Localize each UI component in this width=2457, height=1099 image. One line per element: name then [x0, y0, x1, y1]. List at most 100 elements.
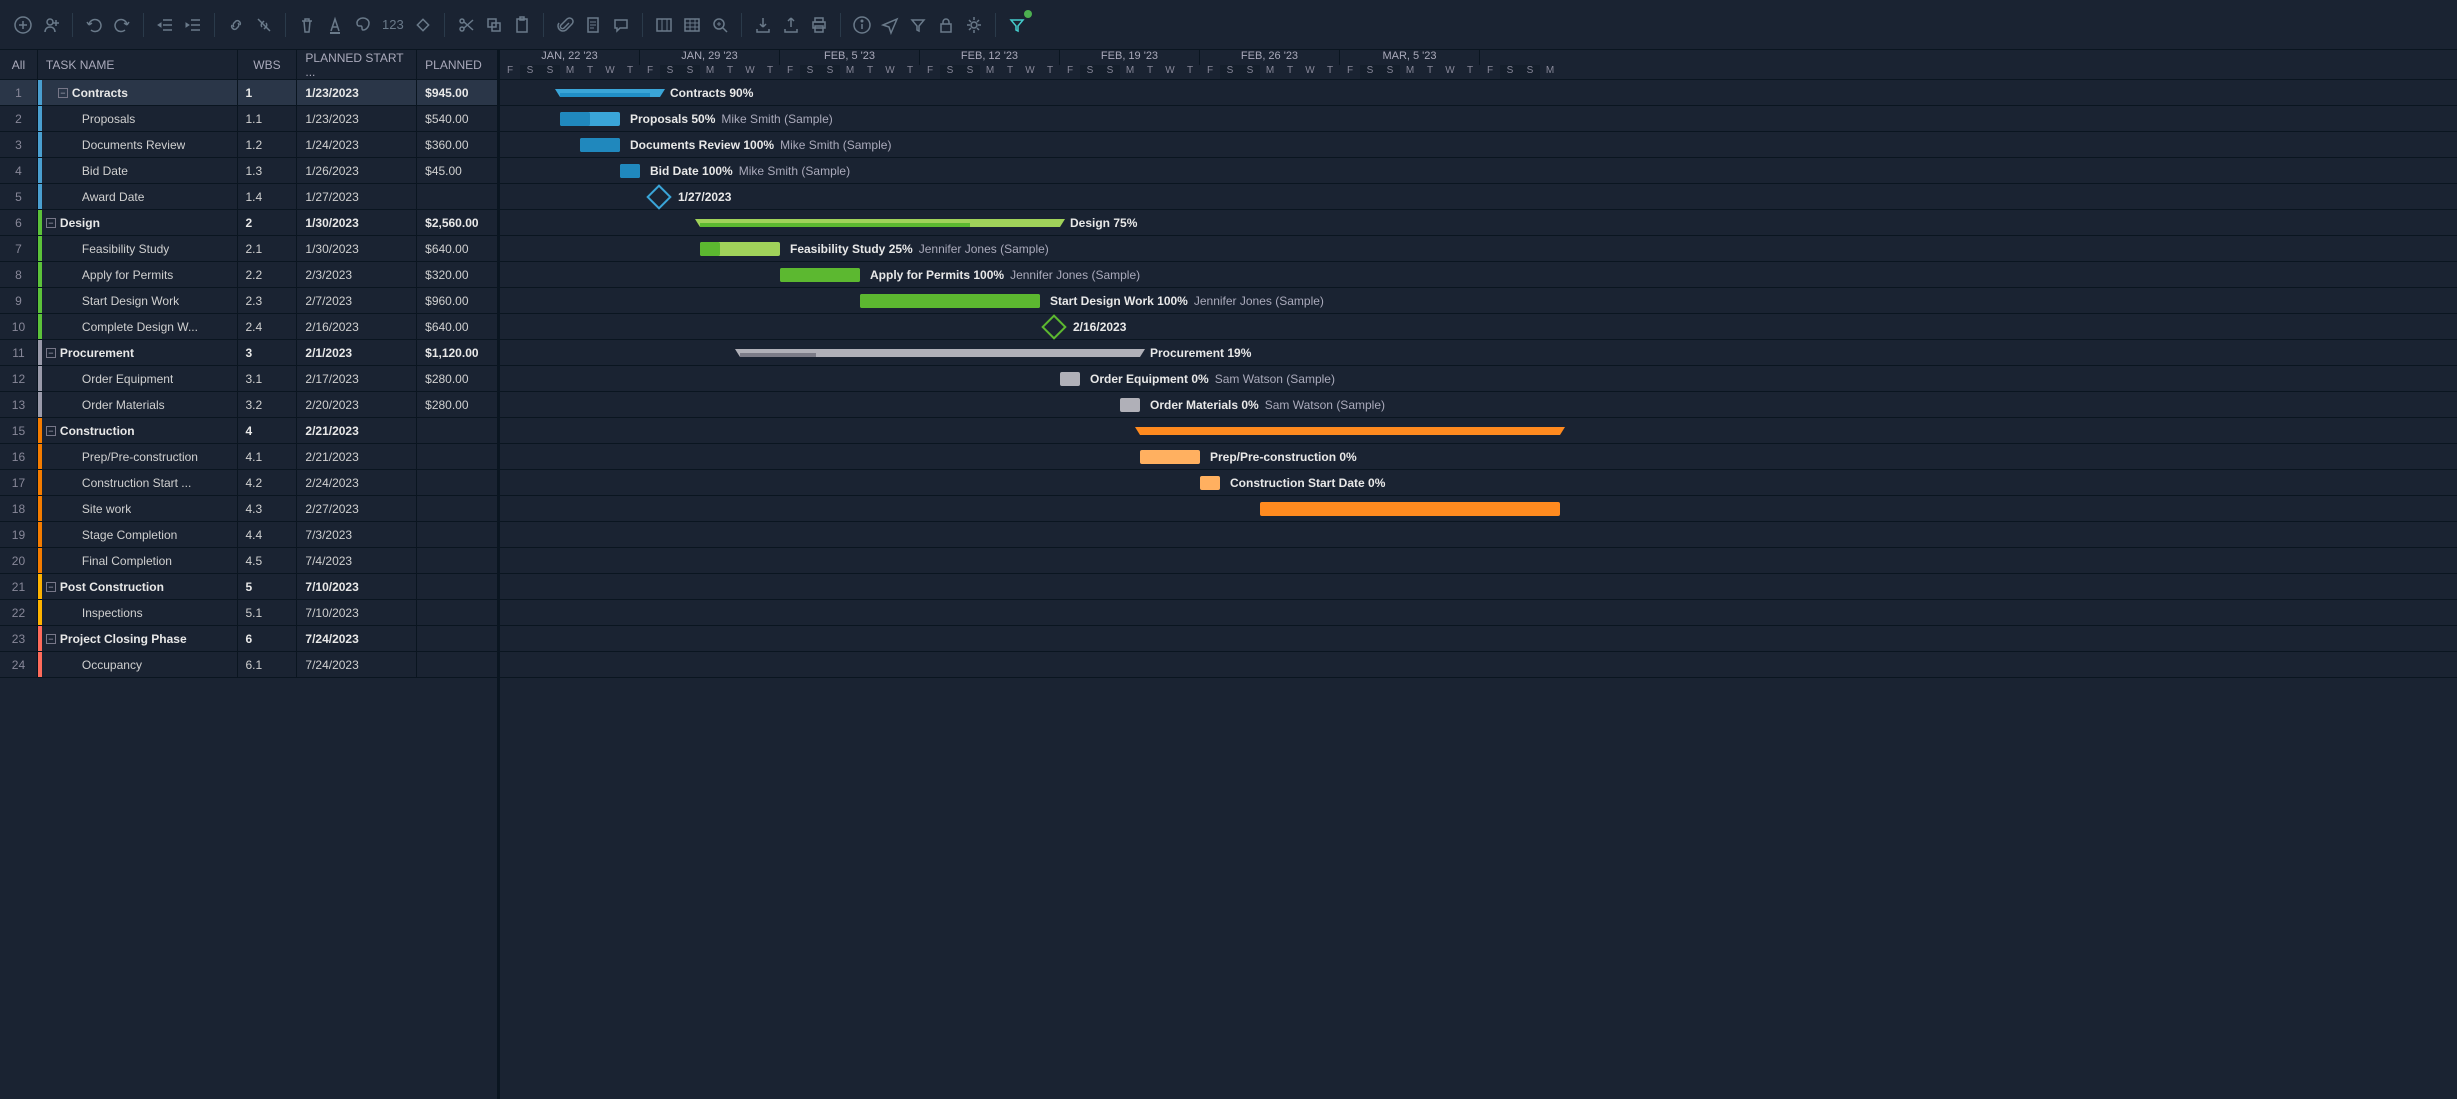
paste-icon[interactable]	[509, 12, 535, 38]
paint-icon[interactable]	[350, 12, 376, 38]
add-user-icon[interactable]	[38, 12, 64, 38]
wbs-cell[interactable]: 3.1	[238, 366, 298, 391]
table-row[interactable]: 19Stage Completion4.47/3/2023	[0, 522, 497, 548]
cost-cell[interactable]: $320.00	[417, 262, 497, 287]
cost-cell[interactable]	[417, 444, 497, 469]
cost-cell[interactable]	[417, 548, 497, 573]
task-name-cell[interactable]: Final Completion	[38, 548, 238, 573]
milestone-diamond-icon[interactable]	[1041, 314, 1066, 339]
wbs-cell[interactable]: 2	[238, 210, 298, 235]
cost-cell[interactable]	[417, 496, 497, 521]
collapse-icon[interactable]: −	[46, 582, 56, 592]
zoom-icon[interactable]	[707, 12, 733, 38]
task-name-cell[interactable]: −Procurement	[38, 340, 238, 365]
collapse-icon[interactable]: −	[46, 426, 56, 436]
notes-icon[interactable]	[580, 12, 606, 38]
table-row[interactable]: 24Occupancy6.17/24/2023	[0, 652, 497, 678]
gantt-chart[interactable]: JAN, 22 '23JAN, 29 '23FEB, 5 '23FEB, 12 …	[500, 50, 2457, 1099]
start-cell[interactable]: 1/30/2023	[297, 210, 417, 235]
milestone-icon[interactable]	[410, 12, 436, 38]
table-row[interactable]: 10Complete Design W...2.42/16/2023$640.0…	[0, 314, 497, 340]
cost-cell[interactable]: $640.00	[417, 236, 497, 261]
cost-cell[interactable]: $640.00	[417, 314, 497, 339]
task-name-cell[interactable]: Inspections	[38, 600, 238, 625]
cost-cell[interactable]: $280.00	[417, 392, 497, 417]
task-name-cell[interactable]: Start Design Work	[38, 288, 238, 313]
start-cell[interactable]: 7/10/2023	[297, 600, 417, 625]
text-style-icon[interactable]	[322, 12, 348, 38]
table-row[interactable]: 6−Design21/30/2023$2,560.00	[0, 210, 497, 236]
start-cell[interactable]: 2/20/2023	[297, 392, 417, 417]
gantt-bar[interactable]: Proposals 50%Mike Smith (Sample)	[560, 106, 833, 131]
wbs-cell[interactable]: 4.1	[238, 444, 298, 469]
wbs-cell[interactable]: 2.3	[238, 288, 298, 313]
start-cell[interactable]: 2/21/2023	[297, 418, 417, 443]
wbs-cell[interactable]: 4	[238, 418, 298, 443]
import-icon[interactable]	[750, 12, 776, 38]
gantt-bar[interactable]: 1/27/2023	[650, 184, 731, 209]
gantt-bar[interactable]: Order Equipment 0%Sam Watson (Sample)	[1060, 366, 1335, 391]
gantt-bar[interactable]: Apply for Permits 100%Jennifer Jones (Sa…	[780, 262, 1140, 287]
gantt-bar[interactable]: Procurement 19%	[740, 340, 1251, 365]
col-taskname[interactable]: TASK NAME	[38, 50, 238, 79]
task-name-cell[interactable]: −Contracts	[38, 80, 238, 105]
gantt-bar[interactable]: Construction Start Date 0%	[1200, 470, 1385, 495]
start-cell[interactable]: 7/24/2023	[297, 626, 417, 651]
wbs-cell[interactable]: 1.2	[238, 132, 298, 157]
start-cell[interactable]: 1/27/2023	[297, 184, 417, 209]
gantt-bar[interactable]: Contracts 90%	[560, 80, 753, 105]
cost-cell[interactable]: $280.00	[417, 366, 497, 391]
link-icon[interactable]	[223, 12, 249, 38]
cost-cell[interactable]	[417, 184, 497, 209]
start-cell[interactable]: 2/21/2023	[297, 444, 417, 469]
gantt-bar[interactable]: Documents Review 100%Mike Smith (Sample)	[580, 132, 891, 157]
table-row[interactable]: 15−Construction42/21/2023	[0, 418, 497, 444]
table-row[interactable]: 2Proposals1.11/23/2023$540.00	[0, 106, 497, 132]
col-cost[interactable]: PLANNED	[417, 50, 497, 79]
task-name-cell[interactable]: Order Equipment	[38, 366, 238, 391]
gantt-bar[interactable]: 2/16/2023	[1045, 314, 1126, 339]
wbs-cell[interactable]: 5.1	[238, 600, 298, 625]
table-row[interactable]: 7Feasibility Study2.11/30/2023$640.00	[0, 236, 497, 262]
task-name-cell[interactable]: Construction Start ...	[38, 470, 238, 495]
task-name-cell[interactable]: Stage Completion	[38, 522, 238, 547]
table-row[interactable]: 18Site work4.32/27/2023	[0, 496, 497, 522]
cost-cell[interactable]	[417, 600, 497, 625]
wbs-cell[interactable]: 1.4	[238, 184, 298, 209]
cost-cell[interactable]	[417, 652, 497, 677]
add-circle-icon[interactable]	[10, 12, 36, 38]
table-row[interactable]: 22Inspections5.17/10/2023	[0, 600, 497, 626]
start-cell[interactable]: 2/27/2023	[297, 496, 417, 521]
info-icon[interactable]	[849, 12, 875, 38]
task-name-cell[interactable]: −Post Construction	[38, 574, 238, 599]
cost-cell[interactable]: $2,560.00	[417, 210, 497, 235]
start-cell[interactable]: 7/24/2023	[297, 652, 417, 677]
export-icon[interactable]	[778, 12, 804, 38]
gantt-bar[interactable]: Start Design Work 100%Jennifer Jones (Sa…	[860, 288, 1324, 313]
table-row[interactable]: 13Order Materials3.22/20/2023$280.00	[0, 392, 497, 418]
wbs-cell[interactable]: 2.1	[238, 236, 298, 261]
start-cell[interactable]: 1/23/2023	[297, 106, 417, 131]
collapse-icon[interactable]: −	[46, 348, 56, 358]
indent-icon[interactable]	[180, 12, 206, 38]
cost-cell[interactable]: $1,120.00	[417, 340, 497, 365]
task-name-cell[interactable]: Occupancy	[38, 652, 238, 677]
wbs-cell[interactable]: 4.3	[238, 496, 298, 521]
table-row[interactable]: 8Apply for Permits2.22/3/2023$320.00	[0, 262, 497, 288]
collapse-icon[interactable]: −	[46, 218, 56, 228]
cost-cell[interactable]: $540.00	[417, 106, 497, 131]
col-start[interactable]: PLANNED START ...	[297, 50, 417, 79]
cost-cell[interactable]	[417, 418, 497, 443]
delete-icon[interactable]	[294, 12, 320, 38]
comment-icon[interactable]	[608, 12, 634, 38]
gantt-bar[interactable]	[1140, 418, 1560, 443]
start-cell[interactable]: 1/26/2023	[297, 158, 417, 183]
start-cell[interactable]: 2/17/2023	[297, 366, 417, 391]
start-cell[interactable]: 2/3/2023	[297, 262, 417, 287]
gantt-bar[interactable]: Design 75%	[700, 210, 1137, 235]
columns-icon[interactable]	[651, 12, 677, 38]
wbs-cell[interactable]: 2.2	[238, 262, 298, 287]
redo-icon[interactable]	[109, 12, 135, 38]
col-wbs[interactable]: WBS	[238, 50, 298, 79]
undo-icon[interactable]	[81, 12, 107, 38]
